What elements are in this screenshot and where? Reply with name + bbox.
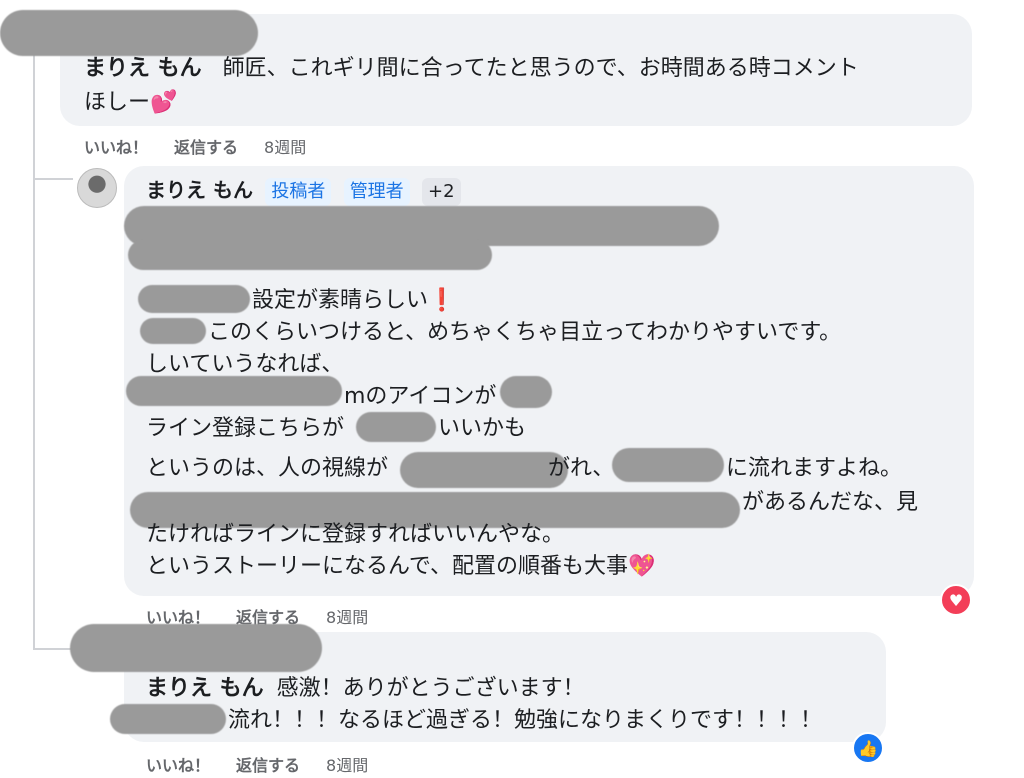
reply-button[interactable]: 返信する: [236, 752, 300, 776]
reply-line: このくらいつけると、めちゃくちゃ目立ってわかりやすいです。: [208, 316, 841, 349]
redacted-text: [612, 448, 724, 482]
timestamp[interactable]: 8週間: [326, 604, 368, 628]
line-text: というのは、人の視線が: [146, 456, 389, 481]
badge-more[interactable]: +2: [422, 178, 461, 206]
like-button[interactable]: いいね！: [146, 752, 210, 776]
line-text: というストーリーになるんで、配置の順番も大事: [146, 554, 629, 579]
reply-text: まりえ もん 感激！ありがとうございます！: [146, 672, 585, 705]
comment-actions: いいね！ 返信する 8週間: [84, 134, 306, 158]
line-text: に流れますよね。: [726, 456, 903, 481]
reply-author[interactable]: まりえ もん: [146, 178, 253, 202]
badge-author: 投稿者: [265, 178, 332, 206]
avatar[interactable]: [77, 168, 117, 208]
timestamp[interactable]: 8週間: [326, 752, 368, 776]
line-text: 設定が素晴らしい: [252, 288, 429, 313]
reply-line: しいていうなれば、: [146, 348, 343, 381]
thread-line: [33, 648, 73, 650]
line-text: がれ、: [548, 456, 615, 481]
reply-line: というストーリーになるんで、配置の順番も大事💖: [146, 550, 655, 583]
reply-actions: いいね！ 返信する 8週間: [146, 752, 368, 776]
redacted-name: [0, 10, 258, 56]
line-text: たければラインに登録すればいいんやな。: [146, 522, 565, 547]
redacted-name: [70, 624, 322, 672]
reply-line: がれ、: [548, 452, 614, 485]
like-reaction-icon[interactable]: 👍: [852, 732, 884, 764]
reply-body-2: 流れ！！！なるほど過ぎる！勉強になりまくりです！！！！: [228, 708, 823, 733]
reply-body: 感激！ありがとうございます！: [276, 676, 585, 701]
line-text: このくらいつけると、めちゃくちゃ目立ってわかりやすいです。: [208, 320, 842, 345]
redacted-text: [110, 704, 226, 734]
reply-line: があるんだな、見: [742, 486, 918, 519]
redacted-text: [400, 452, 568, 488]
reply-line: mのアイコンが: [344, 380, 496, 413]
timestamp[interactable]: 8週間: [264, 134, 306, 158]
redacted-text: [128, 240, 492, 270]
reply-line: に流れますよね。: [726, 452, 902, 485]
reply-button[interactable]: 返信する: [174, 134, 238, 158]
redacted-text: [140, 318, 206, 344]
reply-line: たければラインに登録すればいいんやな。: [146, 518, 564, 551]
badge-admin: 管理者: [343, 178, 410, 206]
reply-line: というのは、人の視線が: [146, 452, 388, 485]
exclamation-emoji: ❗: [428, 288, 456, 313]
reply-line: いいかも: [438, 412, 526, 445]
reply-line: 設定が素晴らしい❗: [252, 284, 455, 317]
heart-emoji: 💖: [628, 554, 656, 579]
reply-author[interactable]: まりえ もん: [146, 676, 264, 701]
thread-line: [33, 178, 73, 180]
line-text: mのアイコンが: [344, 384, 497, 409]
reply-header: まりえ もん 投稿者 管理者 +2: [146, 174, 461, 206]
comment-body-2: ほしー: [84, 90, 151, 115]
comment-body: 師匠、これギリ間に合ってたと思うので、お時間ある時コメント: [222, 56, 859, 81]
comment-author[interactable]: まりえ もん: [84, 56, 202, 81]
redacted-text: [138, 285, 250, 313]
reply-line: ライン登録こちらが: [146, 412, 344, 445]
love-reaction-icon[interactable]: ♥: [940, 584, 972, 616]
thread-line: [33, 30, 35, 650]
line-text: ライン登録こちらが: [146, 416, 345, 441]
comment-text: まりえ もん 師匠、これギリ間に合ってたと思うので、お時間ある時コメント: [84, 52, 859, 85]
reply-text-line2: 流れ！！！なるほど過ぎる！勉強になりまくりです！！！！: [228, 704, 822, 737]
redacted-text: [500, 376, 552, 408]
hearts-emoji: 💕: [150, 90, 178, 115]
line-text: があるんだな、見: [742, 490, 919, 515]
comment-text-line2: ほしー💕: [84, 86, 177, 119]
redacted-text: [356, 412, 436, 442]
line-text: いいかも: [438, 416, 527, 441]
line-text: しいていうなれば、: [146, 352, 344, 377]
like-button[interactable]: いいね！: [84, 134, 148, 158]
